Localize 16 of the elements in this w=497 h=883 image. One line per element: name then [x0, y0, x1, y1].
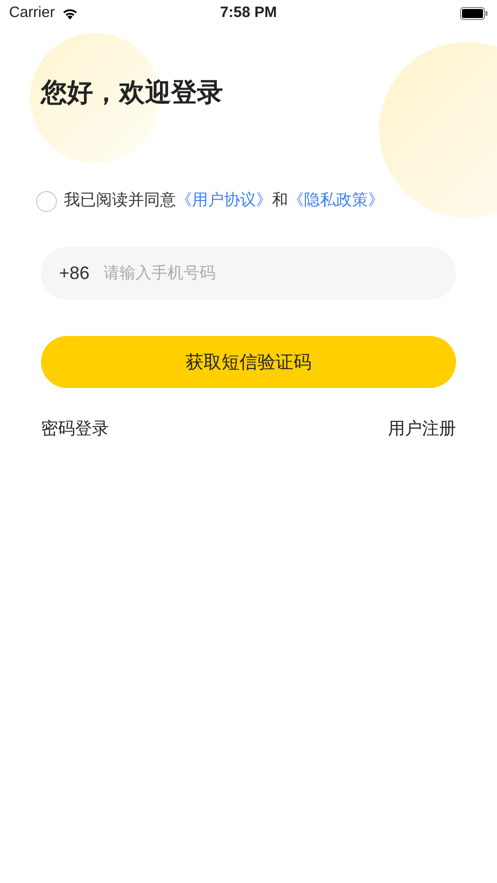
- get-code-button[interactable]: 获取短信验证码: [41, 336, 456, 388]
- carrier-name: Carrier: [9, 2, 55, 23]
- wifi-icon: [60, 6, 79, 20]
- agreement-text: 我已阅读并同意: [64, 190, 176, 211]
- battery-icon: [460, 6, 488, 20]
- status-time: 7:58 PM: [220, 2, 277, 23]
- policy-link[interactable]: 《用户协议》: [176, 189, 272, 213]
- agreement-checkbox[interactable]: [36, 190, 57, 212]
- policy-link[interactable]: 《隐私政策》: [288, 189, 384, 213]
- phone-input-field[interactable]: 请输入手机号码: [104, 262, 438, 286]
- country-code: +86: [59, 262, 90, 285]
- phone-field[interactable]: +86 请输入手机号码: [41, 247, 456, 300]
- text-link[interactable]: 密码登录: [41, 416, 109, 442]
- agreement-text: 和: [272, 190, 288, 211]
- page-title: 您好，欢迎登录: [41, 76, 224, 109]
- text-link[interactable]: 用户注册: [388, 416, 456, 442]
